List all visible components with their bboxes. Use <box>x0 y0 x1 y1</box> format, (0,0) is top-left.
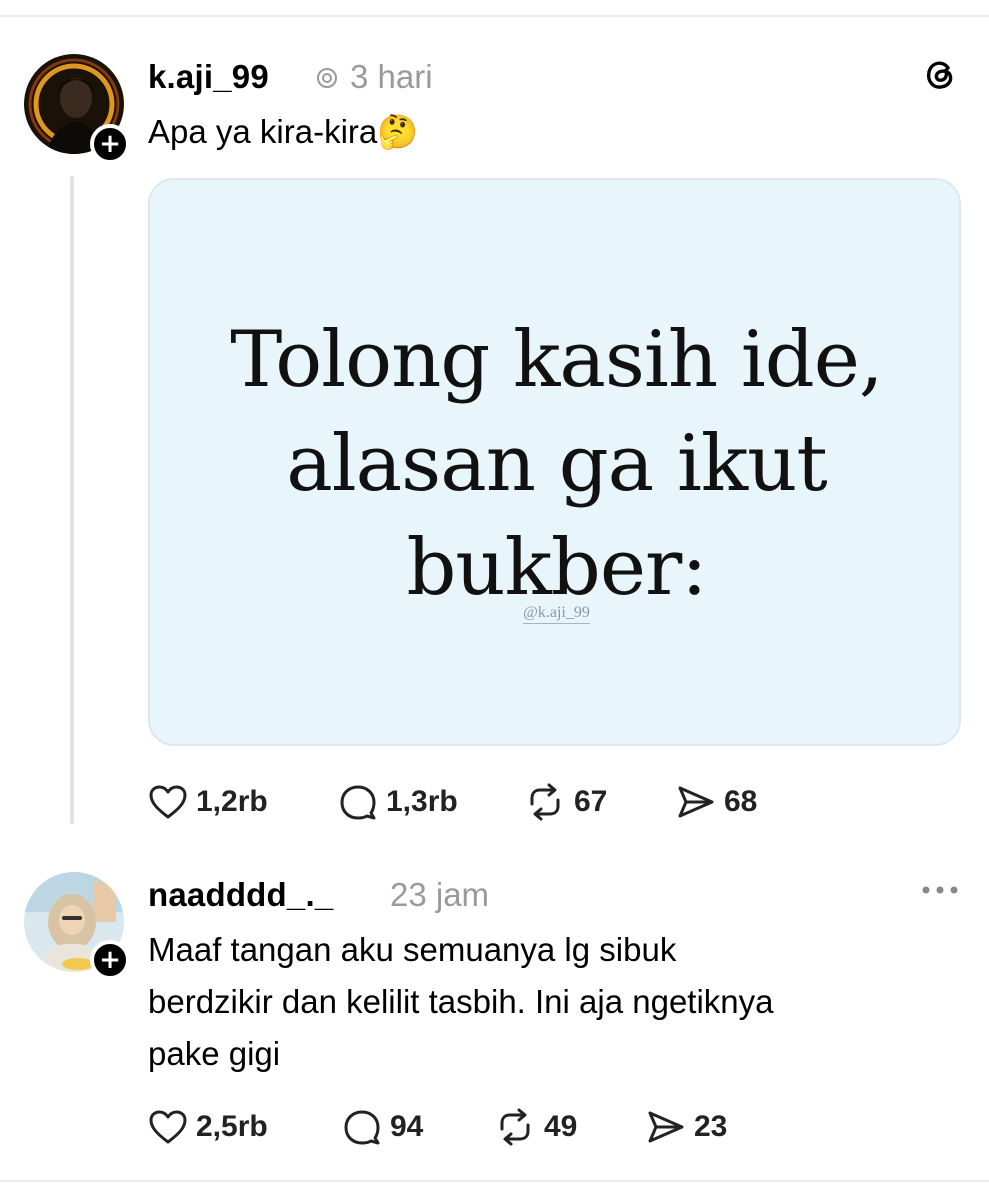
post-actions: 1,2rb 1,3rb 67 68 <box>148 782 848 822</box>
repost-button[interactable]: 49 <box>494 1107 577 1147</box>
share-count: 68 <box>724 785 758 818</box>
reply-time: 23 jam <box>390 876 490 913</box>
top-divider <box>0 15 989 17</box>
repost-icon <box>530 783 560 821</box>
heart-icon <box>149 1110 187 1144</box>
post-caption: Apa ya kira-kira🤔 <box>148 106 418 158</box>
media-headline: Tolong kasih ide, alasan ga ikut bukber: <box>150 308 963 620</box>
reply-button[interactable]: 1,3rb <box>338 782 458 822</box>
share-button[interactable]: 68 <box>676 782 757 822</box>
reply-button[interactable]: 94 <box>342 1107 423 1147</box>
media-line-1: Tolong kasih ide, <box>230 315 883 405</box>
post-time: 3 hari <box>350 58 433 95</box>
comment-icon <box>340 785 376 820</box>
thread-line <box>70 176 74 824</box>
thinking-face-emoji: 🤔 <box>377 113 419 150</box>
like-count: 2,5rb <box>196 1110 268 1143</box>
heart-icon <box>149 785 187 819</box>
comment-icon <box>344 1110 380 1145</box>
repost-count: 49 <box>544 1110 578 1143</box>
reply-username[interactable]: naadddd_._ <box>148 876 333 914</box>
like-count: 1,2rb <box>196 785 268 818</box>
like-button[interactable]: 1,2rb <box>148 782 268 822</box>
reply-text: Maaf tangan aku semuanya lg sibuk berdzi… <box>148 924 774 1080</box>
reply-count: 94 <box>390 1110 424 1143</box>
share-button[interactable]: 23 <box>646 1107 727 1147</box>
follow-plus-icon[interactable]: + <box>90 124 130 164</box>
send-icon <box>678 786 714 818</box>
media-watermark: @k.aji_99 <box>150 604 963 624</box>
reply-line-3: pake gigi <box>148 1035 281 1072</box>
repost-count: 67 <box>574 785 608 818</box>
bottom-divider <box>0 1180 989 1182</box>
threads-mini-icon <box>315 66 339 90</box>
like-button[interactable]: 2,5rb <box>148 1107 268 1147</box>
reply-line-1: Maaf tangan aku semuanya lg sibuk <box>148 931 677 968</box>
repost-button[interactable]: 67 <box>524 782 607 822</box>
repost-icon <box>500 1108 530 1146</box>
reply-line-2: berdzikir dan kelilit tasbih. Ini aja ng… <box>148 983 774 1020</box>
more-options-icon[interactable] <box>918 876 962 904</box>
post-username[interactable]: k.aji_99 <box>148 58 269 96</box>
threads-icon[interactable] <box>920 54 960 94</box>
follow-plus-icon[interactable]: + <box>90 940 130 980</box>
caption-text: Apa ya kira-kira <box>148 113 378 150</box>
media-handle-text: @k.aji_99 <box>523 604 590 624</box>
send-icon <box>648 1111 684 1143</box>
reply-actions: 2,5rb 94 49 23 <box>148 1107 848 1147</box>
media-line-2: alasan ga ikut <box>286 419 828 509</box>
share-count: 23 <box>694 1110 728 1143</box>
reply-count: 1,3rb <box>386 785 458 818</box>
post-media-image[interactable]: Tolong kasih ide, alasan ga ikut bukber:… <box>148 178 961 746</box>
